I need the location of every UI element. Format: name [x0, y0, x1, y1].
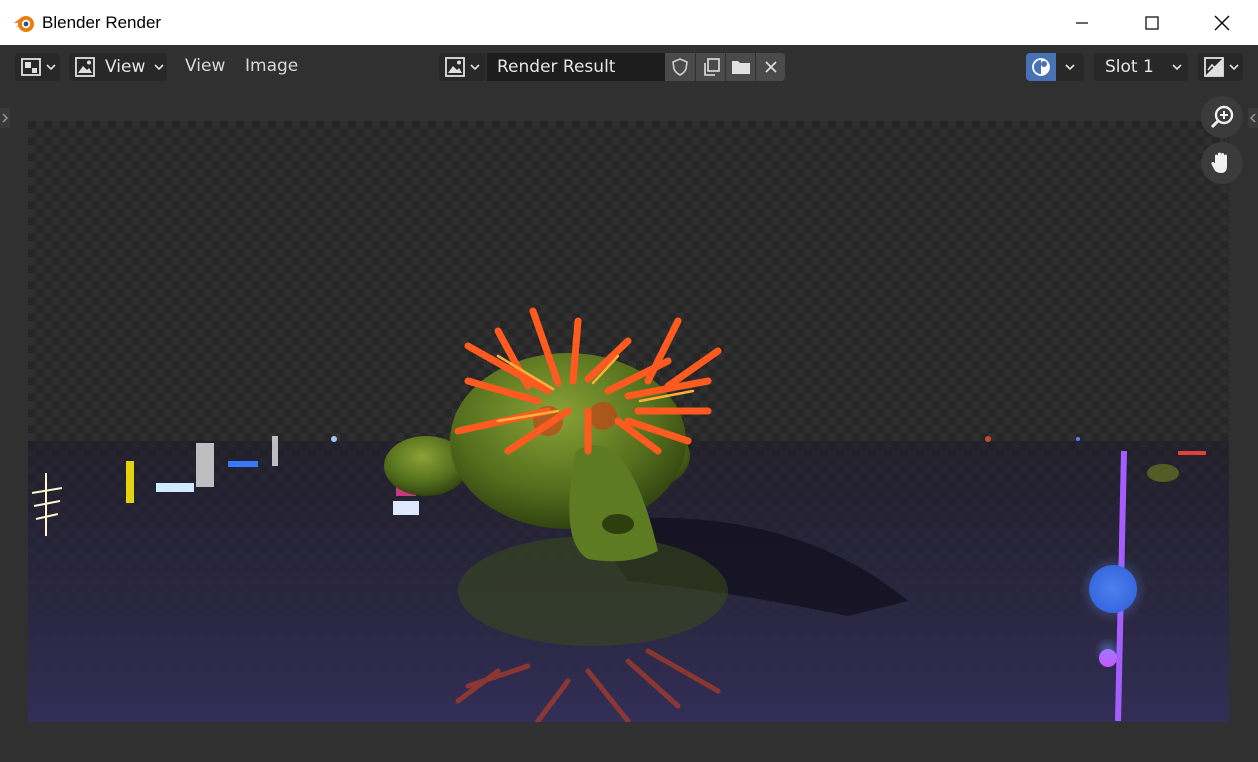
view-mode-selector[interactable]: View — [69, 53, 167, 81]
blender-logo-icon — [14, 16, 34, 32]
image-name-text: Render Result — [497, 57, 616, 77]
shield-icon — [672, 58, 688, 76]
color-alpha-icon — [1032, 58, 1050, 76]
pan-button[interactable] — [1201, 142, 1243, 184]
minimize-icon — [1076, 21, 1088, 24]
fake-user-button[interactable] — [665, 53, 695, 81]
zoom-button[interactable] — [1201, 96, 1243, 138]
view-menu[interactable]: View — [185, 55, 225, 77]
chevron-right-icon — [2, 113, 8, 123]
chevron-down-icon — [1065, 64, 1075, 71]
display-channels-active-swatch — [1026, 53, 1056, 81]
chevron-down-icon — [46, 64, 56, 71]
folder-icon — [732, 61, 750, 74]
zoom-in-icon — [1210, 105, 1234, 129]
view-mode-label: View — [105, 57, 146, 77]
chevron-down-icon — [470, 64, 480, 71]
open-image-button[interactable] — [726, 53, 755, 81]
hand-icon — [1211, 152, 1227, 173]
sidebar-expand-tab[interactable] — [1248, 108, 1258, 128]
image-editor-icon — [21, 58, 41, 76]
render-slot-selector[interactable]: Slot 1 — [1094, 53, 1188, 81]
chevron-down-icon — [1172, 64, 1182, 71]
minimize-button[interactable] — [1047, 0, 1117, 45]
render-slot-label: Slot 1 — [1105, 57, 1154, 77]
window-titlebar: Blender Render — [0, 0, 1258, 46]
chevron-left-icon — [1250, 113, 1256, 123]
maximize-button[interactable] — [1117, 0, 1187, 45]
close-window-button[interactable] — [1187, 0, 1257, 45]
editor-type-selector[interactable] — [15, 53, 60, 81]
display-overlay-selector[interactable] — [1198, 53, 1243, 81]
unlink-image-button[interactable] — [756, 53, 785, 81]
maximize-icon — [1145, 15, 1159, 30]
window-title: Blender Render — [42, 13, 162, 32]
close-icon — [1214, 15, 1230, 30]
image-icon — [75, 57, 95, 77]
duplicate-icon — [704, 58, 720, 76]
image-icon — [445, 57, 465, 77]
toolbar-expand-tab[interactable] — [0, 108, 10, 128]
chevron-down-icon — [1229, 64, 1239, 71]
image-name-field[interactable]: Render Result — [487, 53, 665, 81]
render-display-icon — [1204, 57, 1224, 77]
browse-image-button[interactable] — [439, 53, 486, 81]
image-menu[interactable]: Image — [245, 55, 298, 77]
render-image — [28, 307, 1229, 722]
close-icon — [765, 61, 777, 73]
new-image-button[interactable] — [696, 53, 725, 81]
render-result-viewport[interactable] — [28, 121, 1229, 722]
chevron-down-icon — [154, 64, 164, 71]
image-editor-header: View View Image Render Result Slot 1 — [0, 45, 1258, 87]
display-channels-selector[interactable] — [1026, 53, 1084, 81]
